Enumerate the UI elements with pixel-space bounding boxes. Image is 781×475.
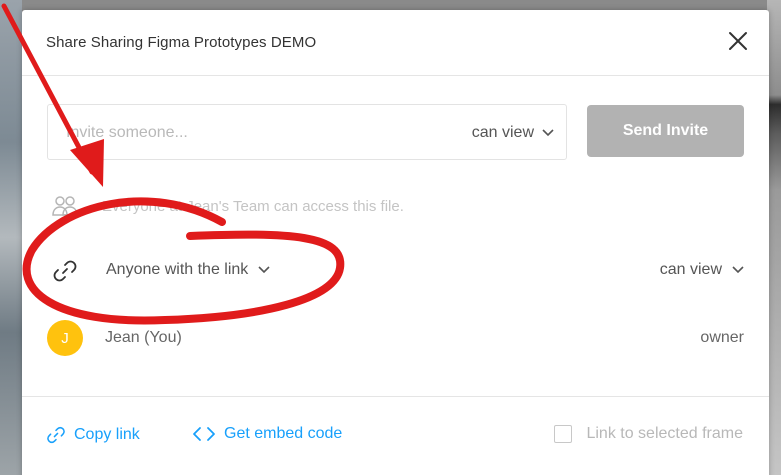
code-icon bbox=[193, 427, 215, 441]
copy-link-button[interactable]: Copy link bbox=[46, 425, 140, 445]
chevron-down-icon bbox=[258, 266, 270, 274]
send-invite-button[interactable]: Send Invite bbox=[587, 105, 744, 157]
dialog-title: Share Sharing Figma Prototypes DEMO bbox=[46, 34, 317, 51]
link-icon bbox=[53, 260, 77, 282]
team-access-text: Everyone at Jean's Team can access this … bbox=[102, 197, 404, 215]
link-access-row: Anyone with the link can view bbox=[52, 258, 744, 284]
invite-permission-label: can view bbox=[471, 124, 534, 141]
invite-permission-select[interactable]: can view bbox=[472, 121, 554, 145]
close-button[interactable] bbox=[725, 28, 751, 54]
invite-field-container: can view bbox=[47, 104, 567, 160]
chevron-down-icon bbox=[732, 266, 744, 274]
collaborator-role: owner bbox=[700, 329, 744, 346]
chevron-down-icon bbox=[542, 129, 554, 137]
close-icon bbox=[729, 32, 747, 50]
link-permission-label: can view bbox=[659, 261, 722, 278]
background-left-strip bbox=[0, 0, 22, 475]
embed-code-button[interactable]: Get embed code bbox=[192, 425, 342, 443]
collaborator-name: Jean (You) bbox=[105, 329, 182, 346]
link-access-select[interactable]: Anyone with the link bbox=[106, 261, 270, 279]
link-to-frame-checkbox[interactable] bbox=[554, 425, 573, 443]
collaborator-row: J Jean (You) owner bbox=[47, 320, 744, 356]
link-icon bbox=[47, 426, 65, 444]
link-permission-select[interactable]: can view bbox=[660, 261, 744, 279]
team-access-row: Everyone at Jean's Team can access this … bbox=[52, 194, 404, 218]
copy-link-label: Copy link bbox=[74, 426, 140, 443]
invite-input[interactable] bbox=[66, 119, 406, 147]
share-dialog: Share Sharing Figma Prototypes DEMO can … bbox=[22, 10, 769, 475]
link-to-frame-label: Link to selected frame bbox=[586, 425, 743, 442]
dialog-header: Share Sharing Figma Prototypes DEMO bbox=[22, 10, 769, 76]
embed-code-label: Get embed code bbox=[224, 425, 343, 442]
dialog-footer: Copy link Get embed code Link to selecte… bbox=[22, 396, 769, 475]
avatar: J bbox=[47, 320, 83, 356]
background-right-strip bbox=[767, 0, 781, 475]
link-access-label: Anyone with the link bbox=[106, 261, 249, 278]
people-icon bbox=[52, 196, 78, 216]
link-to-frame-option[interactable]: Link to selected frame bbox=[554, 425, 743, 443]
